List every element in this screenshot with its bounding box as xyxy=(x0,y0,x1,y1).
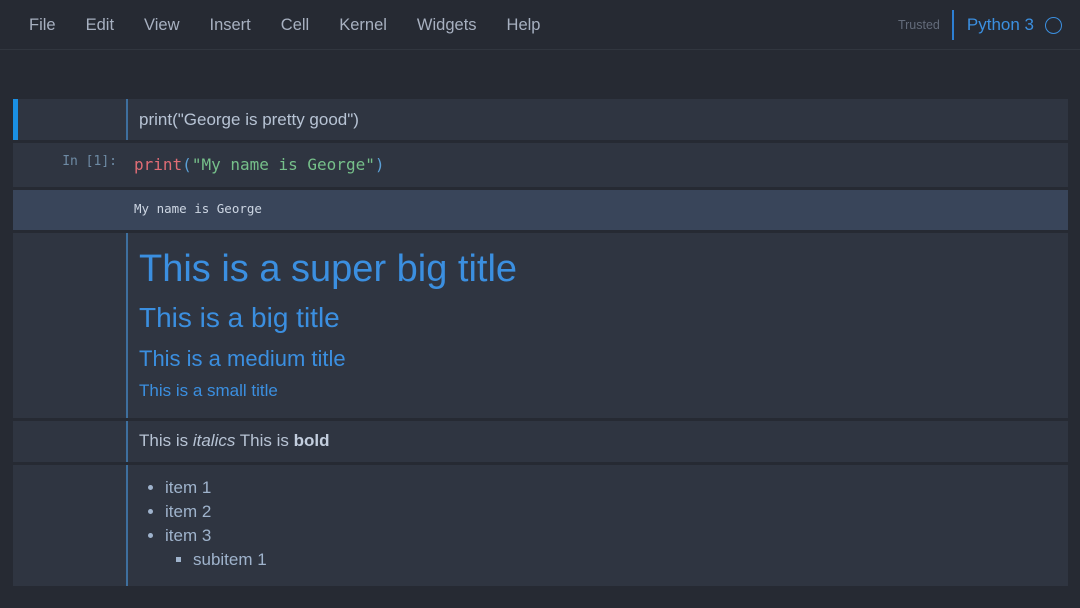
menu-bar: File Edit View Insert Cell Kernel Widgets Help … xyxy=(0,0,1080,50)
kernel-divider xyxy=(951,10,954,40)
list-item: item 3 subitem 1 xyxy=(165,524,1058,572)
cell-prompt-label xyxy=(13,233,126,418)
code-token-fn: print xyxy=(134,155,183,174)
list-item: item 1 xyxy=(165,476,1058,500)
list-item: item 2 xyxy=(165,500,1058,524)
menu-kernel[interactable]: Kernel xyxy=(324,11,402,39)
menu-help[interactable]: Help xyxy=(492,11,556,39)
menu-item-list: File Edit View Insert Cell Kernel Widgets Help xyxy=(14,11,555,39)
menu-file[interactable]: File xyxy=(14,11,71,39)
kernel-name-label[interactable]: Python 3 xyxy=(967,15,1034,35)
code-line: print("My name is George") xyxy=(134,154,1058,176)
notebook-cell[interactable]: In [1]: print("My name is George") xyxy=(13,143,1068,187)
list-item-label: item 2 xyxy=(165,501,212,521)
cell-prompt-label: In [1]: xyxy=(62,154,117,169)
markdown-raw-text: print("George is pretty good") xyxy=(139,110,359,129)
markdown-rendered-area[interactable]: This is italics This is bold xyxy=(126,420,1068,462)
menu-widgets[interactable]: Widgets xyxy=(402,11,492,39)
cell-output-area: My name is George xyxy=(13,190,1068,230)
markdown-heading-h3: This is a medium title xyxy=(139,345,346,371)
notebook-cell[interactable]: This is a super big title This is a big t… xyxy=(13,233,1068,418)
menubar-status-area: Trusted Python 3 xyxy=(898,0,1062,50)
markdown-rendered-area[interactable]: item 1 item 2 item 3 subitem 1 xyxy=(126,464,1068,586)
list-item-label: item 1 xyxy=(165,477,212,497)
output-stdout-text: My name is George xyxy=(134,201,262,216)
code-token-str: "My name is George" xyxy=(191,155,375,174)
code-editor-area[interactable]: print("My name is George") xyxy=(126,143,1068,187)
trusted-status-label: Trusted xyxy=(897,18,940,32)
menu-insert[interactable]: Insert xyxy=(195,11,266,39)
menu-edit[interactable]: Edit xyxy=(71,11,129,39)
notebook-cell-container: print("George is pretty good") In [1]: pri… xyxy=(0,50,1080,586)
menu-cell[interactable]: Cell xyxy=(266,11,324,39)
notebook-cell[interactable]: This is italics This is bold xyxy=(13,420,1068,462)
code-token-punc: ( xyxy=(182,155,192,174)
output-prompt-spacer xyxy=(13,190,126,230)
markdown-sub-list: subitem 1 xyxy=(165,548,1058,572)
markdown-heading-h1: This is a super big title xyxy=(139,248,518,290)
markdown-text-bold: bold xyxy=(293,430,330,450)
cell-prompt-label xyxy=(13,465,126,586)
markdown-text-normal: This is xyxy=(139,430,193,450)
markdown-paragraph: This is italics This is bold xyxy=(139,430,1058,452)
notebook-cell[interactable]: print("George is pretty good") xyxy=(13,99,1068,140)
notebook-cell[interactable]: item 1 item 2 item 3 subitem 1 xyxy=(13,464,1068,586)
jupyter-notebook-app: File Edit View Insert Cell Kernel Widgets Help … xyxy=(0,0,1080,608)
menu-view[interactable]: View xyxy=(129,11,194,39)
markdown-source-area[interactable]: print("George is pretty good") xyxy=(126,99,1068,140)
sub-list-item: subitem 1 xyxy=(193,548,1058,572)
markdown-heading-group: This is a super big title This is a big t… xyxy=(139,247,1058,401)
cell-prompt-label xyxy=(13,99,126,140)
markdown-rendered-area[interactable]: This is a super big title This is a big t… xyxy=(126,233,1068,418)
list-item-label: item 3 xyxy=(165,525,212,545)
markdown-heading-h4: This is a small title xyxy=(139,381,278,401)
markdown-text-italic: italics xyxy=(192,430,236,450)
kernel-idle-circle-icon[interactable] xyxy=(1045,16,1062,34)
code-token-punc: ) xyxy=(374,155,385,174)
markdown-text-normal: This is xyxy=(235,430,294,450)
markdown-bullet-list: item 1 item 2 item 3 subitem 1 xyxy=(139,476,1058,572)
markdown-heading-h2: This is a big title xyxy=(139,302,340,334)
cell-prompt-label xyxy=(13,421,126,462)
